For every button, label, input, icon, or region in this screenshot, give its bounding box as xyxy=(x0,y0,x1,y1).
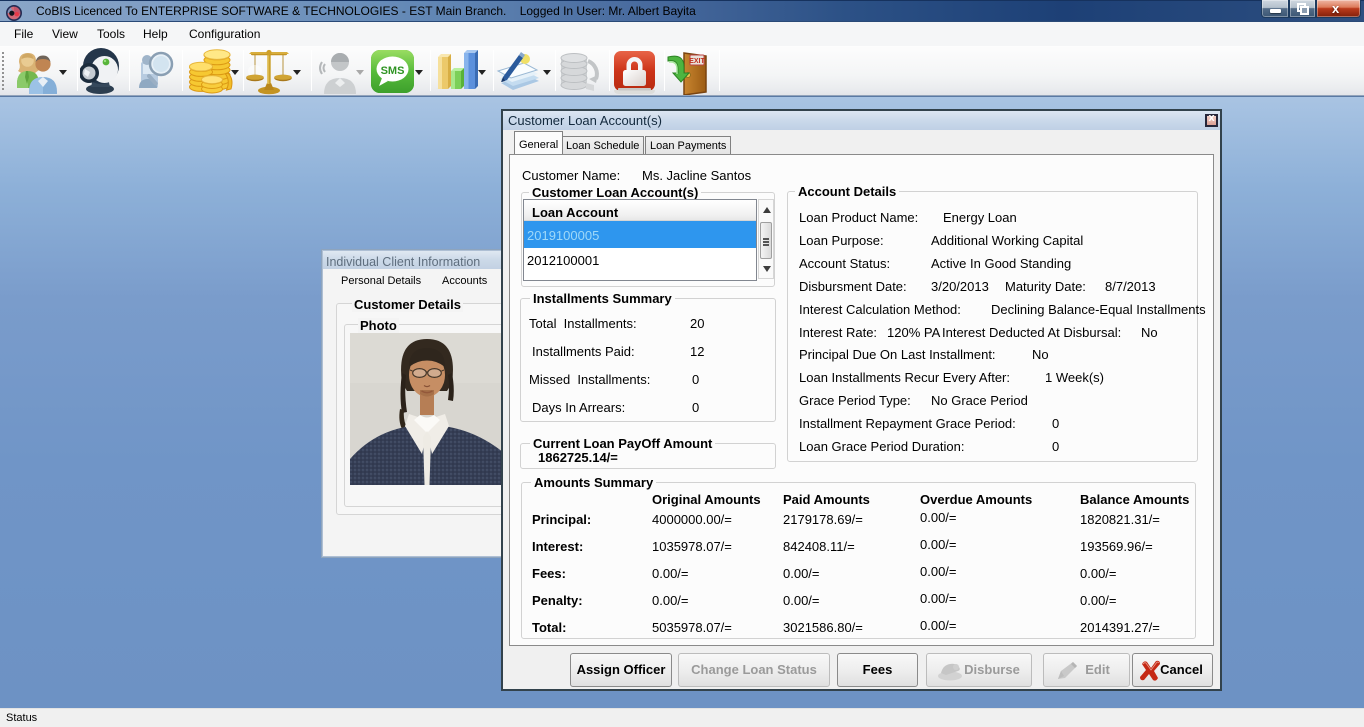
svg-text:EXIT: EXIT xyxy=(689,58,705,65)
svg-text:SMS: SMS xyxy=(381,65,405,77)
